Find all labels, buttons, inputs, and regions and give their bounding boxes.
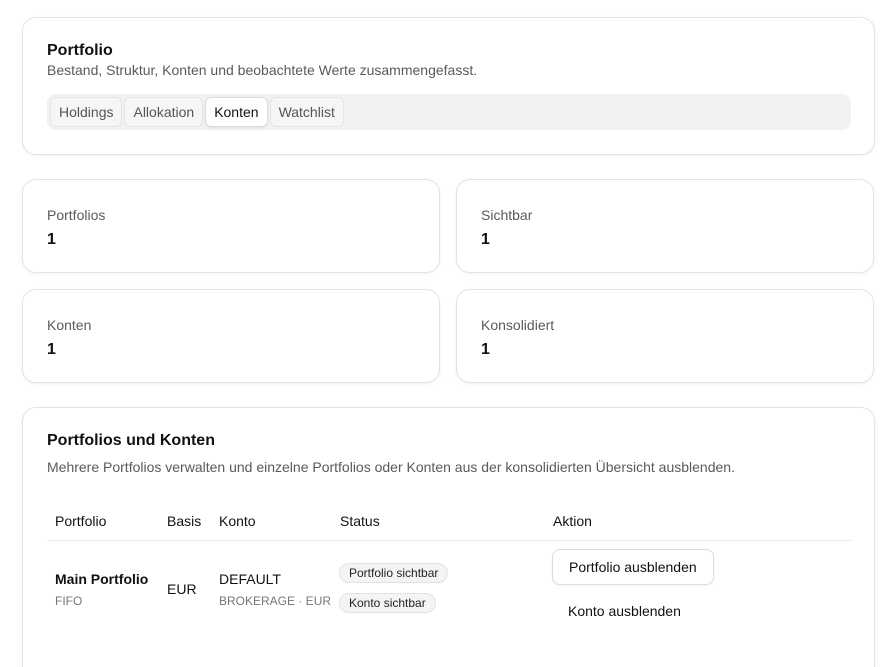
column-header-portfolio: Portfolio xyxy=(55,513,107,529)
column-header-aktion: Aktion xyxy=(553,513,592,529)
column-header-basis: Basis xyxy=(167,513,202,529)
status-badge-account: Konto sichtbar xyxy=(339,593,436,613)
tab-bar: Holdings Allokation Konten Watchlist xyxy=(47,94,851,130)
page-subtitle: Bestand, Struktur, Konten und beobachtet… xyxy=(47,62,478,78)
tab-konten[interactable]: Konten xyxy=(205,97,268,127)
tab-allokation[interactable]: Allokation xyxy=(124,97,204,127)
portfolio-name: Main Portfolio xyxy=(55,571,149,587)
basis-currency: EUR xyxy=(167,581,197,597)
account-detail: BROKERAGE · EUR xyxy=(219,594,332,608)
table-divider xyxy=(47,540,851,541)
stat-card-portfolios: Portfolios 1 xyxy=(22,179,440,273)
account-name: DEFAULT xyxy=(219,571,281,587)
page-title: Portfolio xyxy=(47,42,113,59)
stat-label: Portfolios xyxy=(47,207,106,223)
stat-card-konten: Konten 1 xyxy=(22,289,440,383)
hide-account-button[interactable]: Konto ausblenden xyxy=(552,596,697,626)
portfolio-header-card: Portfolio Bestand, Struktur, Konten und … xyxy=(22,17,875,155)
tab-watchlist[interactable]: Watchlist xyxy=(269,97,344,127)
column-header-status: Status xyxy=(340,513,380,529)
stat-value: 1 xyxy=(481,341,490,358)
status-badge-portfolio: Portfolio sichtbar xyxy=(339,563,449,583)
section-subtitle: Mehrere Portfolios verwalten und einzeln… xyxy=(47,459,735,475)
stat-label: Sichtbar xyxy=(481,207,533,223)
stat-value: 1 xyxy=(47,231,56,248)
stat-card-sichtbar: Sichtbar 1 xyxy=(456,179,874,273)
stat-value: 1 xyxy=(481,231,490,248)
section-title: Portfolios und Konten xyxy=(47,432,215,449)
portfolio-method: FIFO xyxy=(55,594,83,608)
column-header-konto: Konto xyxy=(219,513,256,529)
stat-value: 1 xyxy=(47,341,56,358)
stat-label: Konten xyxy=(47,317,92,333)
stat-card-konsolidiert: Konsolidiert 1 xyxy=(456,289,874,383)
hide-portfolio-button[interactable]: Portfolio ausblenden xyxy=(552,549,714,585)
tab-holdings[interactable]: Holdings xyxy=(50,97,123,127)
stat-label: Konsolidiert xyxy=(481,317,555,333)
accounts-card: Portfolios und Konten Mehrere Portfolios… xyxy=(22,407,875,667)
